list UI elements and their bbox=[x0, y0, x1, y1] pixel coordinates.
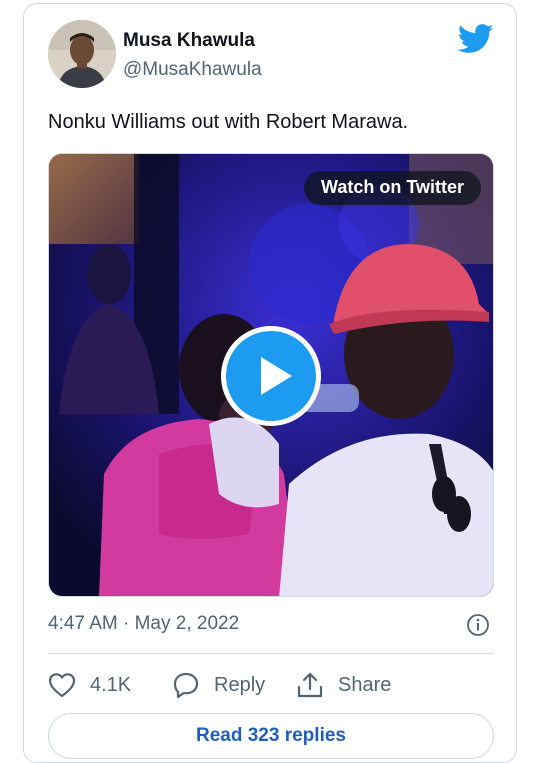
info-icon[interactable] bbox=[466, 613, 490, 637]
reply-bubble-icon bbox=[173, 672, 199, 699]
like-button[interactable]: 4.1K bbox=[48, 668, 131, 702]
author-display-name[interactable]: Musa Khawula bbox=[123, 30, 255, 52]
share-button[interactable]: Share bbox=[296, 668, 391, 702]
reply-label: Reply bbox=[214, 673, 266, 696]
play-button[interactable] bbox=[221, 326, 321, 426]
share-label: Share bbox=[338, 673, 392, 696]
share-icon bbox=[297, 672, 323, 698]
reply-button[interactable]: Reply bbox=[172, 668, 265, 702]
twitter-bird-icon[interactable] bbox=[458, 24, 494, 54]
like-count: 4.1K bbox=[90, 673, 132, 696]
tweet-timestamp[interactable]: 4:47 AM · May 2, 2022 bbox=[48, 613, 239, 635]
read-replies-button[interactable]: Read 323 replies bbox=[48, 713, 494, 759]
tweet-text: Nonku Williams out with Robert Marawa. bbox=[48, 111, 409, 133]
divider bbox=[48, 653, 494, 654]
heart-icon bbox=[48, 673, 76, 698]
tweet-card: Musa Khawula @MusaKhawula Nonku Williams… bbox=[23, 3, 517, 763]
avatar-photo bbox=[48, 20, 116, 88]
play-icon bbox=[261, 357, 292, 395]
avatar[interactable] bbox=[48, 20, 116, 88]
author-handle[interactable]: @MusaKhawula bbox=[123, 59, 262, 81]
watch-on-twitter-button[interactable]: Watch on Twitter bbox=[304, 171, 481, 205]
video-player[interactable]: Watch on Twitter bbox=[48, 153, 494, 597]
